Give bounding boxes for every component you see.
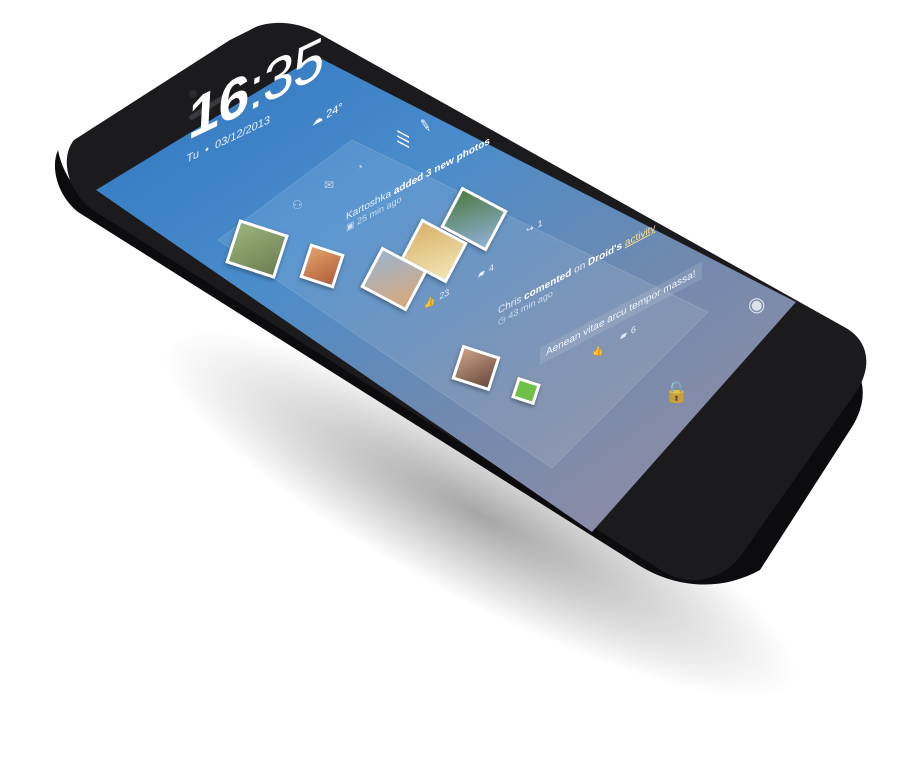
post-2-like-icon[interactable]: 👍	[592, 346, 603, 357]
tab-clock-icon[interactable]: ◔	[356, 160, 363, 174]
tab-contacts-icon[interactable]: ⚇	[292, 198, 303, 212]
tab-messages-icon[interactable]: ✉	[324, 178, 334, 192]
lock-icon[interactable]: 🔓	[664, 380, 689, 405]
phone-frame	[54, 22, 867, 585]
camera-icon[interactable]: ◉	[748, 292, 765, 317]
